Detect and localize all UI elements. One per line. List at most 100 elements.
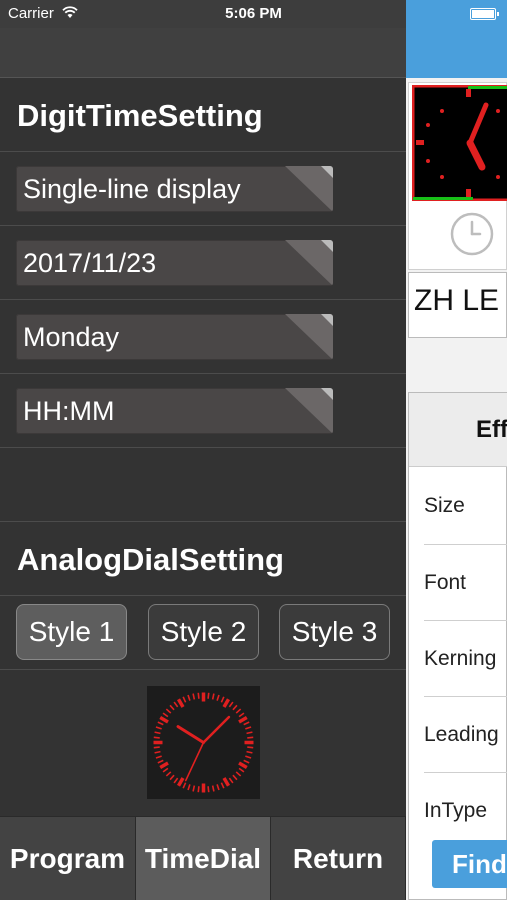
divider xyxy=(424,772,507,773)
divider xyxy=(424,696,507,697)
time-format-dropdown[interactable]: HH:MM xyxy=(16,388,333,434)
analog-clock-icon xyxy=(153,692,254,793)
dial-minute-tick xyxy=(245,755,252,759)
dial-minute-tick xyxy=(192,693,196,700)
dial-minute-tick xyxy=(153,746,160,749)
dial-minute-tick xyxy=(162,712,169,718)
empty-row xyxy=(0,448,406,522)
led-clock-preview[interactable] xyxy=(412,85,507,201)
dial-minute-tick xyxy=(235,708,242,714)
dial-minute-hand xyxy=(202,715,231,744)
style-3-button[interactable]: Style 3 xyxy=(279,604,390,660)
dial-minute-tick xyxy=(182,696,187,703)
dial-minute-tick xyxy=(155,726,162,730)
analog-dial-preview xyxy=(147,686,260,799)
dial-minute-tick xyxy=(173,777,179,784)
dial-minute-tick xyxy=(238,712,245,718)
dial-hour-hand xyxy=(176,725,205,744)
dial-minute-tick xyxy=(154,731,161,735)
dial-minute-tick xyxy=(220,696,225,703)
weekday-dropdown[interactable]: Monday xyxy=(16,314,333,360)
dial-minute-tick xyxy=(197,692,200,699)
divider xyxy=(424,620,507,621)
date-format-dropdown[interactable]: 2017/11/23 xyxy=(16,240,333,286)
dial-minute-tick xyxy=(228,701,234,708)
dial-minute-tick xyxy=(155,755,162,759)
dial-minute-tick xyxy=(246,731,253,735)
effects-table xyxy=(408,392,507,900)
dial-minute-tick xyxy=(153,736,160,739)
property-intype[interactable]: InType xyxy=(424,799,487,823)
dial-minute-tick xyxy=(232,704,238,711)
dial-minute-tick xyxy=(165,708,172,714)
dial-minute-tick xyxy=(243,759,250,764)
dial-minute-tick xyxy=(169,774,175,781)
find-button[interactable]: Find xyxy=(432,840,507,888)
background-screen: ZH LE Eff Size Font Kerning Leading InTy… xyxy=(406,28,507,900)
dropdown-corner-icon xyxy=(285,240,333,286)
status-time: 5:06 PM xyxy=(225,5,282,22)
display-mode-value: Single-line display xyxy=(23,174,241,204)
dial-second-hand xyxy=(184,741,205,782)
property-kerning[interactable]: Kerning xyxy=(424,647,496,671)
dial-minute-tick xyxy=(247,746,254,749)
effects-header-label: Eff xyxy=(476,416,507,443)
dial-minute-tick xyxy=(245,726,252,730)
style-2-button[interactable]: Style 2 xyxy=(148,604,259,660)
dial-minute-tick xyxy=(182,782,187,789)
dropdown-corner-icon xyxy=(285,388,333,434)
dial-minute-tick xyxy=(216,694,220,701)
dial-minute-tick xyxy=(207,692,210,699)
style-1-button[interactable]: Style 1 xyxy=(16,604,127,660)
settings-panel: DigitTimeSetting Single-line display 201… xyxy=(0,28,406,900)
tab-timedial[interactable]: TimeDial xyxy=(136,816,271,900)
dial-minute-tick xyxy=(220,782,225,789)
dropdown-corner-icon xyxy=(285,314,333,360)
dial-minute-tick xyxy=(169,704,175,711)
clock-icon[interactable] xyxy=(448,210,496,258)
display-mode-dropdown[interactable]: Single-line display xyxy=(16,166,333,212)
dial-minute-tick xyxy=(173,701,179,708)
panel-nav-bar xyxy=(0,28,406,78)
dial-minute-tick xyxy=(192,785,196,792)
tab-program[interactable]: Program xyxy=(0,816,136,900)
dial-hour-tick xyxy=(222,777,231,787)
dial-minute-tick xyxy=(247,736,254,739)
dial-hour-tick xyxy=(238,715,248,724)
date-format-value: 2017/11/23 xyxy=(23,248,157,278)
dial-minute-tick xyxy=(165,771,172,777)
dial-hour-tick xyxy=(159,761,169,770)
led-text-value: ZH LE xyxy=(414,284,500,317)
weekday-value: Monday xyxy=(23,322,120,352)
property-leading[interactable]: Leading xyxy=(424,723,499,747)
dial-minute-tick xyxy=(162,767,169,773)
dial-minute-tick xyxy=(154,750,161,754)
divider xyxy=(424,544,507,545)
property-size[interactable]: Size xyxy=(424,494,465,518)
time-format-value: HH:MM xyxy=(23,396,115,426)
dial-minute-tick xyxy=(211,785,215,792)
dial-minute-tick xyxy=(207,786,210,793)
dial-minute-tick xyxy=(235,771,242,777)
tab-return[interactable]: Return xyxy=(271,816,406,900)
background-nav-bar xyxy=(406,28,507,78)
dial-minute-tick xyxy=(157,721,164,726)
dial-minute-tick xyxy=(216,784,220,791)
dial-hour-tick xyxy=(238,761,248,770)
dial-minute-tick xyxy=(238,767,245,773)
dial-hour-tick xyxy=(222,698,231,708)
digit-section-title: DigitTimeSetting xyxy=(17,98,263,133)
dial-hour-tick xyxy=(159,715,169,724)
property-font[interactable]: Font xyxy=(424,571,466,595)
battery-icon xyxy=(470,8,499,20)
dial-minute-tick xyxy=(187,784,191,791)
dial-minute-tick xyxy=(232,774,238,781)
analog-section-title: AnalogDialSetting xyxy=(17,542,284,577)
dial-minute-tick xyxy=(187,694,191,701)
dial-minute-tick xyxy=(211,693,215,700)
dial-minute-tick xyxy=(243,721,250,726)
dropdown-corner-icon xyxy=(285,166,333,212)
dial-minute-tick xyxy=(197,786,200,793)
dial-hour-tick xyxy=(176,698,185,708)
dial-minute-tick xyxy=(228,777,234,784)
